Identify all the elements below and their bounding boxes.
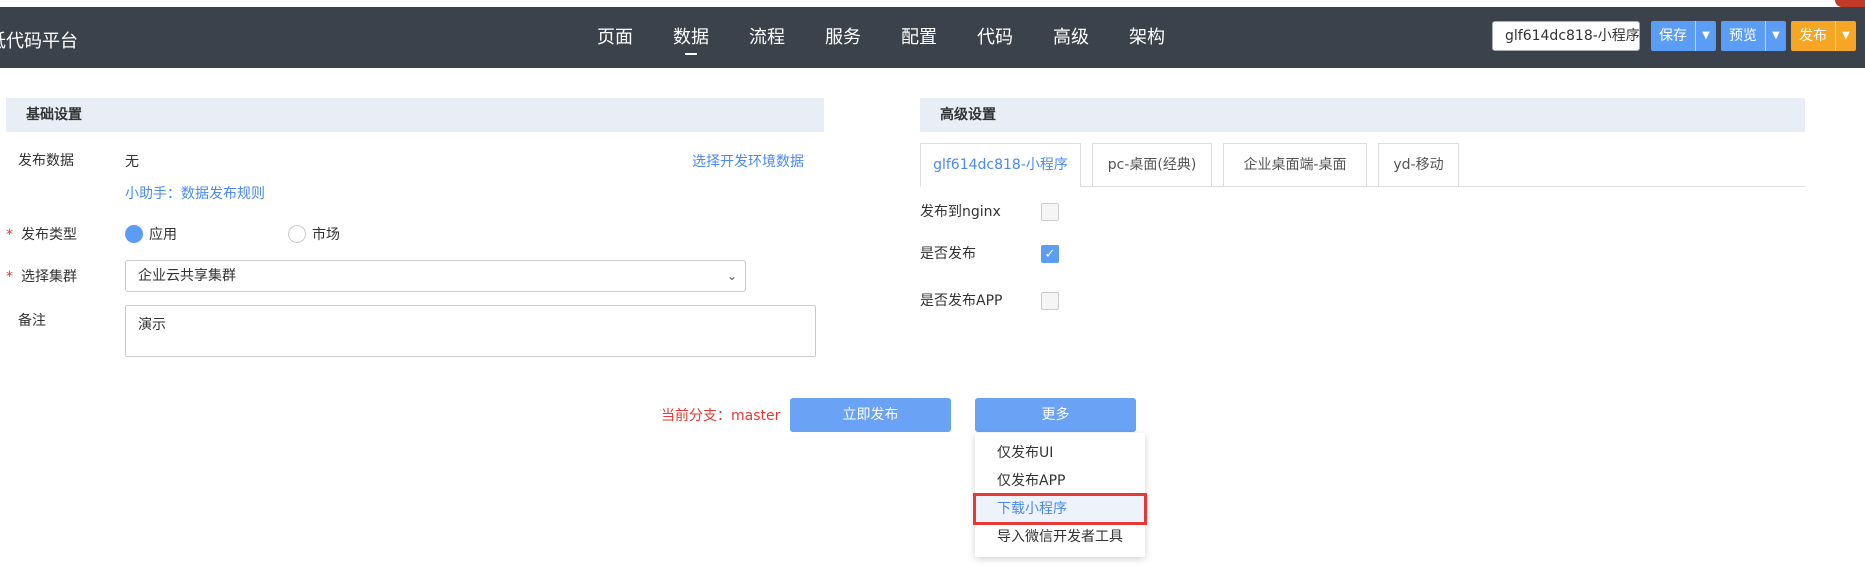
remark-label: 备注 [18, 313, 46, 329]
top-navbar: 低代码平台 页面 数据 流程 服务 配置 代码 高级 架构 glf614dc81… [0, 7, 1865, 68]
menu-item-download-miniprogram[interactable]: 下载小程序 [973, 493, 1147, 525]
caret-down-icon[interactable]: ▼ [1835, 21, 1856, 51]
radio-checked-icon [125, 225, 143, 243]
nav-architecture[interactable]: 架构 [1109, 7, 1185, 68]
publish-nginx-label: 发布到nginx [920, 204, 1001, 220]
menu-item-publish-ui[interactable]: 仅发布UI [975, 439, 1145, 467]
top-corner-mark [1835, 0, 1865, 7]
tab-miniprogram[interactable]: glf614dc818-小程序 [920, 143, 1081, 187]
save-split-button[interactable]: 保存 ▼ [1651, 21, 1716, 51]
app-selector-value: glf614dc818-小程序 [1505, 28, 1640, 44]
tab-enterprise-desktop[interactable]: 企业桌面端-桌面 [1223, 143, 1367, 186]
top-strip [0, 0, 1865, 7]
radio-unchecked-icon [288, 225, 306, 243]
publish-data-value: 无 [125, 154, 139, 170]
radio-app-label: 应用 [149, 227, 177, 243]
nav-advanced[interactable]: 高级 [1033, 7, 1109, 68]
nav-code[interactable]: 代码 [957, 7, 1033, 68]
radio-market[interactable]: 市场 [288, 224, 340, 244]
nav-flow[interactable]: 流程 [729, 7, 805, 68]
nav-service[interactable]: 服务 [805, 7, 881, 68]
preview-button[interactable]: 预览 [1721, 21, 1765, 51]
publish-now-button[interactable]: 立即发布 [790, 398, 951, 432]
choose-env-data-link[interactable]: 选择开发环境数据 [692, 151, 804, 171]
nav-config[interactable]: 配置 [881, 7, 957, 68]
app-selector[interactable]: glf614dc818-小程序 ▽ [1492, 21, 1640, 51]
required-mark: * [6, 269, 13, 285]
cluster-select-value: 企业云共享集群 [138, 268, 236, 284]
more-dropdown-menu: 仅发布UI 仅发布APP 下载小程序 导入微信开发者工具 [973, 433, 1147, 557]
remark-textarea[interactable]: 演示 [125, 305, 816, 357]
is-publish-label: 是否发布 [920, 246, 976, 262]
check-icon: ✓ [1044, 247, 1056, 262]
cluster-label: * 选择集群 [6, 269, 77, 285]
caret-down-icon[interactable]: ▼ [1695, 21, 1716, 51]
chevron-down-icon: ⌄ [726, 269, 737, 283]
nav-data[interactable]: 数据 [653, 7, 729, 68]
more-button[interactable]: 更多 [975, 398, 1136, 432]
is-publish-checkbox[interactable]: ✓ [1041, 245, 1059, 263]
helper-rules-link[interactable]: 小助手：数据发布规则 [125, 183, 265, 203]
main-nav: 页面 数据 流程 服务 配置 代码 高级 架构 [577, 7, 1185, 68]
tab-pc-desktop[interactable]: pc-桌面(经典) [1092, 143, 1212, 186]
nav-page[interactable]: 页面 [577, 7, 653, 68]
publish-app-label: 是否发布APP [920, 293, 1003, 309]
publish-nginx-checkbox[interactable] [1041, 203, 1059, 221]
required-mark: * [6, 227, 13, 243]
radio-market-label: 市场 [312, 227, 340, 243]
basic-settings-header: 基础设置 [6, 98, 824, 132]
cluster-select[interactable]: 企业云共享集群 ⌄ [125, 260, 746, 292]
menu-item-publish-app[interactable]: 仅发布APP [975, 467, 1145, 495]
remark-value: 演示 [138, 317, 166, 333]
publish-data-label: 发布数据 [18, 153, 74, 169]
current-branch-text: 当前分支：master [661, 408, 781, 424]
app-brand: 低代码平台 [0, 31, 78, 52]
publish-app-checkbox[interactable] [1041, 292, 1059, 310]
tab-mobile[interactable]: yd-移动 [1378, 143, 1459, 186]
caret-down-icon[interactable]: ▼ [1765, 21, 1786, 51]
radio-app[interactable]: 应用 [125, 224, 177, 244]
advanced-settings-header: 高级设置 [920, 98, 1805, 132]
preview-split-button[interactable]: 预览 ▼ [1721, 21, 1786, 51]
publish-button[interactable]: 发布 [1791, 21, 1835, 51]
platform-tabs: glf614dc818-小程序 pc-桌面(经典) 企业桌面端-桌面 yd-移动 [920, 143, 1805, 187]
chevron-down-icon: ▽ [1626, 29, 1635, 42]
publish-split-button[interactable]: 发布 ▼ [1791, 21, 1856, 51]
menu-item-import-wechat-devtools[interactable]: 导入微信开发者工具 [975, 523, 1145, 551]
save-button[interactable]: 保存 [1651, 21, 1695, 51]
publish-type-label: * 发布类型 [6, 227, 77, 243]
